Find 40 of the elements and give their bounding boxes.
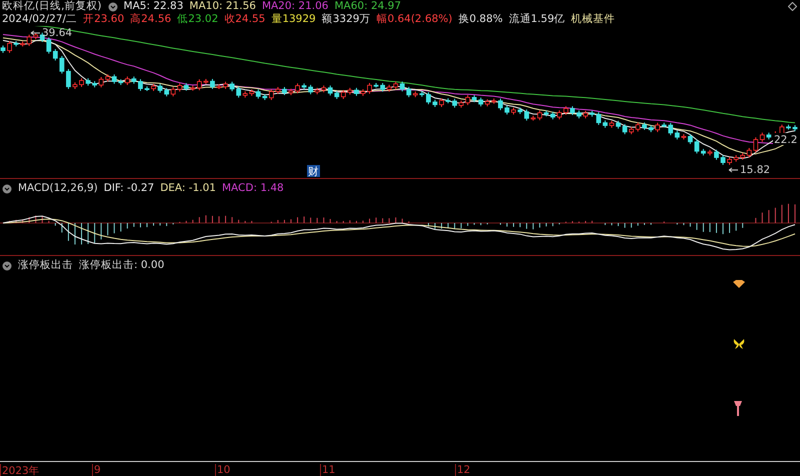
quote-value: 高24.56: [130, 13, 172, 26]
leader-line: [30, 30, 40, 36]
axis-label: 10: [215, 464, 230, 476]
low-price-label: 15.82: [740, 164, 770, 176]
quote-value: 低23.02: [177, 13, 218, 26]
leader-line: [728, 168, 738, 172]
collapse-icon[interactable]: [2, 184, 12, 194]
moving-average-value: MA60: 24.97: [334, 0, 402, 13]
pin-icon: [732, 400, 744, 416]
quote-value: 流通1.59亿: [508, 13, 566, 26]
axis-label: 12: [455, 464, 470, 476]
stock-title: 欧科亿(日线,前复权): [2, 0, 102, 13]
quote-value: 幅0.64(2.68%): [376, 13, 452, 26]
event-marker[interactable]: 财: [307, 165, 320, 178]
butterfly-icon: [733, 339, 745, 349]
gem-icon: [733, 280, 745, 288]
quote-value: 机械基件: [571, 13, 616, 26]
quote-value: 收24.55: [224, 13, 266, 26]
axis-label: 11: [320, 464, 336, 476]
price-label: 22.2: [774, 134, 798, 146]
indicator-value: MACD: 1.48: [222, 182, 284, 195]
indicator-name: 涨停板出击: [18, 259, 73, 272]
indicator-value: DEA: -1.01: [160, 182, 216, 195]
collapse-icon[interactable]: [2, 260, 12, 270]
quote-value: 2024/02/27/二: [2, 13, 78, 26]
moving-average-value: MA10: 21.56: [189, 0, 256, 13]
high-price-label: 39.64: [42, 27, 72, 39]
axis-label: 9: [92, 464, 101, 476]
collapse-icon[interactable]: [108, 2, 118, 12]
quote-value: 换0.88%: [458, 13, 503, 26]
indicator-name: MACD(12,26,9): [18, 182, 98, 195]
moving-average-value: MA20: 21.06: [262, 0, 328, 13]
quote-value: 额3329万: [322, 13, 370, 26]
indicator-value: DIF: -0.27: [104, 182, 154, 195]
quote-value: 开23.60: [83, 13, 124, 26]
quote-value: 量13929: [271, 13, 316, 26]
indicator-value: 涨停板出击: 0.00: [79, 259, 164, 272]
axis-label: 2023年: [0, 464, 40, 476]
moving-average-value: MA5: 22.83: [124, 0, 184, 13]
diamond-icon[interactable]: [788, 2, 797, 11]
